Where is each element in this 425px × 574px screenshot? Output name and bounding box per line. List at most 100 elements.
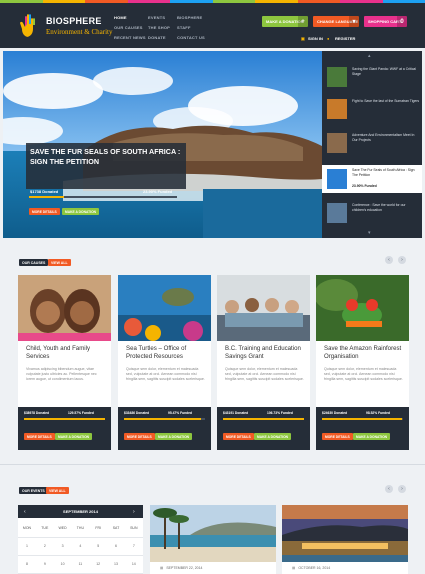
sign-in-link[interactable]: SIGN IN [308,36,323,41]
cause-progress-bar [223,418,304,420]
cause-progress-fill [124,418,202,420]
slider-item-text: Save The Fur Seals of South Africa : Sig… [352,168,415,177]
cause-more-details-button[interactable]: MORE DETAILS [322,433,353,440]
cart-count-badge: 0 [397,16,407,27]
calendar-day[interactable]: 8 [18,562,36,566]
cause-title[interactable]: Save the Amazon Rainforest Organisation [324,345,404,361]
hand-logo-icon [20,14,35,37]
calendar-grid-line [18,537,143,538]
slider-item[interactable]: Fight to Save the last of the Sumatran T… [327,99,419,123]
calendar-day[interactable]: 9 [36,562,54,566]
change-language-button[interactable]: CHANGE LANGUAGE ▾ [313,16,359,27]
calendar-weekday: MON [22,526,32,530]
seals-thumbnail [327,169,347,189]
shopping-cart-button[interactable]: SHOPPING CART 0 [364,16,407,27]
event-card[interactable]: ▦ OCTOBER 16, 2014 [282,505,408,574]
cause-more-details-button[interactable]: MORE DETAILS [124,433,155,440]
calendar-day[interactable]: 1 [18,544,36,548]
nav-the-shop[interactable]: THE SHOP [148,25,170,30]
our-events-heading: OUR EVENTS [19,487,48,494]
register-link[interactable]: REGISTER [335,36,355,41]
cause-image [217,275,310,341]
nav-biosphere[interactable]: BIOSPHERE [177,15,202,20]
beach-event-image [150,505,276,562]
cause-footer: $24630 Donated 98.52% Funded MORE DETAILS M… [316,407,409,450]
cause-more-details-button[interactable]: MORE DETAILS [24,433,55,440]
nav-recent-news[interactable]: RECENT NEWS [114,35,146,40]
calendar-prev-icon[interactable]: ‹ [24,509,26,515]
calendar-day[interactable]: 4 [71,544,89,548]
brand-name[interactable]: BIOSPHERE [46,16,102,26]
cause-progress-bar [24,418,105,420]
cause-donate-button[interactable]: MAKE A DONATION [55,433,93,440]
cause-more-details-button[interactable]: MORE DETAILS [223,433,254,440]
cause-description: Vivamus adipiscing bibendum augue, vitae… [26,367,97,381]
section-divider [0,464,425,465]
calendar-icon: ▦ [160,566,164,570]
cause-footer: $38978 Donated 129.57% Funded MORE DETAILS… [18,407,111,450]
calendar-day[interactable]: 6 [107,544,125,548]
nav-staff[interactable]: STAFF [177,25,191,30]
adventure-thumbnail [327,133,347,153]
cause-donate-button[interactable]: MAKE A DONATION [254,433,292,440]
cause-title[interactable]: Child, Youth and Family Services [26,345,106,361]
calendar-next-icon[interactable]: › [133,509,135,515]
cause-funded: 98.52% Funded [366,411,391,415]
events-next-arrow[interactable]: › [398,485,406,493]
calendar-day[interactable]: 11 [71,562,89,566]
slider-item-active[interactable]: Save The Fur Seals of South Africa : Sig… [322,165,422,193]
slider-sidebar: ▴ Saving the Giant Panda: WWF at a Criti… [322,51,422,238]
events-prev-arrow[interactable]: ‹ [385,485,393,493]
calendar-day[interactable]: 12 [89,562,107,566]
nav-home[interactable]: HOME [114,15,127,20]
nav-donate[interactable]: DONATE [148,35,166,40]
calendar-day[interactable]: 2 [36,544,54,548]
calendar-day[interactable]: 3 [54,544,72,548]
event-card[interactable]: ▦ SEPTEMBER 22, 2014 [150,505,276,574]
nav-contact-us[interactable]: CONTACT US [177,35,205,40]
calendar-day[interactable]: 14 [125,562,143,566]
slider-item[interactable]: Saving the Giant Panda: WWF at a Critica… [327,67,419,91]
calendar-day[interactable]: 5 [89,544,107,548]
calendar-icon: ▦ [292,566,296,570]
cause-description: Quisque sem dolor, elementum et malesuad… [225,367,304,381]
cause-title[interactable]: B.C. Training and Education Savings Gran… [225,345,305,361]
cause-progress-fill [24,418,105,420]
cause-card[interactable]: Child, Youth and Family Services Vivamus … [18,275,111,450]
hero-title[interactable]: SAVE THE FUR SEALS OF SOUTH AFRICA : SIG… [30,147,190,167]
hero-progress-bar [29,196,177,198]
cause-funded: 95.47% Funded [168,411,193,415]
view-all-causes-button[interactable]: VIEW ALL [48,259,71,266]
nav-our-causes[interactable]: OUR CAUSES [114,25,143,30]
cause-card[interactable]: Sea Turtles – Office of Protected Resour… [118,275,211,450]
cause-title[interactable]: Sea Turtles – Office of Protected Resour… [126,345,206,361]
make-donation-button[interactable]: MAKE A DONATION + [262,16,308,27]
nav-events[interactable]: EVENTS [148,15,165,20]
event-calendar: SEPTEMBER 2014 ‹ › MON TUE WED THU FRI SAT SUN… [18,505,143,574]
hero-more-details-button[interactable]: MORE DETAILS [29,208,60,215]
view-all-events-button[interactable]: VIEW ALL [46,487,69,494]
calendar-day[interactable]: 7 [125,544,143,548]
plus-icon: + [298,16,308,27]
cause-image [314,275,409,341]
site-header: BIOSPHERE Environment & Charity HOME OUR… [0,3,425,48]
cause-donated: $24630 Donated [322,411,348,415]
calendar-day[interactable]: 10 [54,562,72,566]
cause-funded: 106.73% Funded [267,411,293,415]
calendar-month: SEPTEMBER 2014 [18,505,143,518]
causes-prev-arrow[interactable]: ‹ [385,256,393,264]
calendar-day[interactable]: 13 [107,562,125,566]
slider-item[interactable]: Adventure And Environmentalism Meet In O… [327,133,419,157]
chevron-up-icon[interactable]: ▴ [368,53,371,59]
cause-card[interactable]: B.C. Training and Education Savings Gran… [217,275,310,450]
hero-donate-button[interactable]: MAKE A DONATION [62,208,100,215]
cause-image [118,275,211,341]
cause-card[interactable]: Save the Amazon Rainforest Organisation Q… [314,275,409,450]
brand-tagline: Environment & Charity [46,28,113,36]
cause-donate-button[interactable]: MAKE A DONATION [353,433,391,440]
cause-donate-button[interactable]: MAKE A DONATION [155,433,193,440]
chevron-down-icon[interactable]: ▾ [368,230,371,236]
slider-item[interactable]: Conference : Save the world for our chil… [327,203,419,227]
causes-next-arrow[interactable]: › [398,256,406,264]
calendar-grid-line [18,555,143,556]
